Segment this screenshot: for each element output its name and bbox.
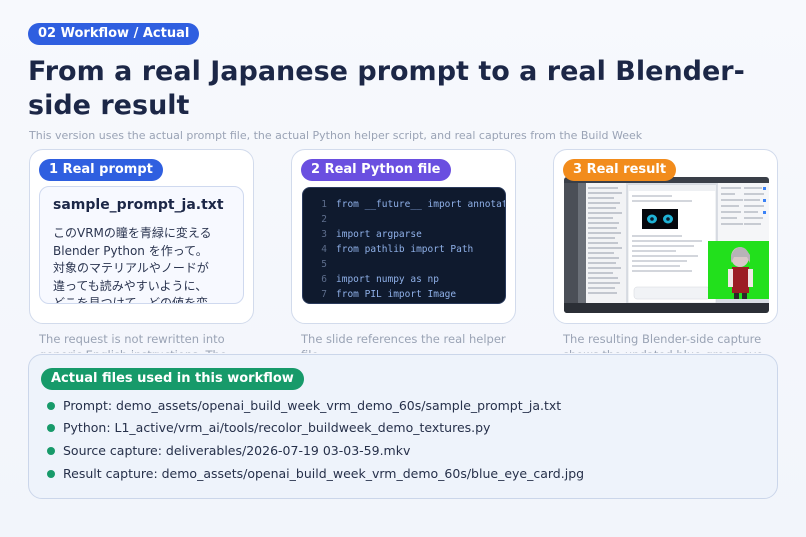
page-title: From a real Japanese prompt to a real Bl…: [28, 56, 745, 121]
code-line-number: 6: [321, 274, 327, 285]
bullet-dot: [47, 446, 55, 455]
bullet-dot: [47, 401, 55, 410]
file-item-text: Prompt: demo_assets/openai_build_week_vr…: [63, 398, 562, 413]
prompt-card: 1 Real prompt sample_prompt_ja.txt このVRM…: [29, 149, 254, 324]
code-line-number: 7: [321, 289, 327, 300]
python-card: 2 Real Python file 1 from __future__ impo…: [291, 149, 516, 324]
prompt-file-preview: sample_prompt_ja.txt このVRMの瞳を青緑に変える Blen…: [39, 186, 244, 304]
prompt-card-badge: 1 Real prompt: [39, 159, 163, 181]
prompt-caption: The request is not rewritten into generi…: [39, 332, 227, 353]
result-card-badge: 3 Real result: [563, 159, 677, 181]
bullet-dot: [47, 469, 55, 478]
file-item-text: Python: L1_active/vrm_ai/tools/recolor_b…: [63, 420, 491, 435]
file-item-python: Python: L1_active/vrm_ai/tools/recolor_b…: [47, 419, 490, 437]
bullet-dot: [47, 423, 55, 432]
file-item-result-capture: Result capture: demo_assets/openai_build…: [47, 465, 584, 483]
code-line-number: 2: [321, 214, 327, 225]
files-panel: Actual files used in this workflow Promp…: [28, 354, 778, 499]
code-line-number: 3: [321, 229, 327, 240]
result-capture-image: [564, 177, 769, 313]
code-line-number: 1: [321, 199, 327, 210]
code-line-source: import numpy as np: [336, 274, 439, 285]
file-item-text: Result capture: demo_assets/openai_build…: [63, 466, 585, 481]
code-line-source: from PIL import Image: [336, 289, 457, 300]
code-preview: 1 from __future__ import annotations 2 3 imp…: [302, 187, 506, 304]
code-line-source: import argparse: [336, 229, 422, 240]
code-line-source: from pathlib import Path: [336, 244, 474, 255]
page-subtitle: This version uses the actual prompt file…: [29, 129, 643, 146]
prompt-file-name: sample_prompt_ja.txt: [53, 197, 224, 213]
section-badge: 02 Workflow / Actual: [28, 23, 200, 45]
file-item-prompt: Prompt: demo_assets/openai_build_week_vr…: [47, 397, 561, 415]
result-card: 3 Real result: [553, 149, 778, 324]
code-line-source: from __future__ import annotations: [336, 199, 505, 210]
python-card-badge: 2 Real Python file: [301, 159, 451, 181]
files-panel-badge: Actual files used in this workflow: [41, 368, 304, 390]
code-line-number: 5: [321, 259, 327, 270]
prompt-file-body: このVRMの瞳を青緑に変える Blender Python を作って。 対象のマ…: [53, 226, 212, 304]
result-caption: The resulting Blender-side capture shows…: [563, 332, 763, 353]
python-caption: The slide references the real helper fil…: [301, 332, 506, 353]
file-item-source-capture: Source capture: deliverables/2026-07-19 …: [47, 442, 410, 460]
code-line-number: 4: [321, 244, 327, 255]
file-item-text: Source capture: deliverables/2026-07-19 …: [63, 443, 411, 458]
